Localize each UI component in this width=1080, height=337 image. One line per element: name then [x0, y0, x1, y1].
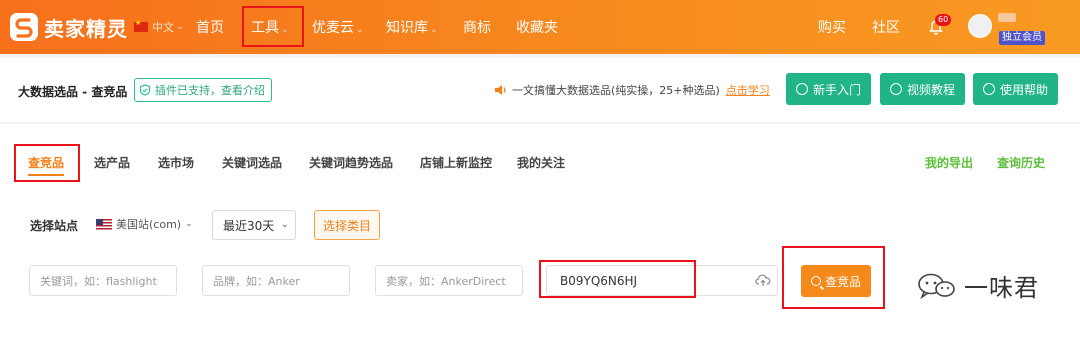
- nav-item-favorites[interactable]: 收藏夹: [516, 17, 558, 37]
- query-history-link[interactable]: 查询历史: [997, 154, 1045, 171]
- chevron-down-icon: ⌄: [185, 219, 193, 229]
- cloud-upload-icon[interactable]: [755, 273, 771, 287]
- nav-label: 商标: [463, 20, 491, 36]
- member-badge: 独立会员: [999, 31, 1045, 45]
- highlight-box-search-button: [782, 246, 885, 309]
- user-name-blur: [998, 13, 1016, 22]
- nav-label: 优麦云: [312, 20, 354, 36]
- time-range-value: 最近30天: [223, 218, 275, 233]
- nav-item-buy[interactable]: 购买: [818, 17, 846, 37]
- notification-badge: 60: [935, 14, 952, 26]
- plugin-tag-label: 插件已支持，查看介绍: [155, 84, 265, 97]
- avatar[interactable]: [968, 14, 992, 38]
- nav-label: 首页: [196, 20, 224, 36]
- top-navbar: 卖家精灵 中文 ⌄ 首页 工具⌄ 优麦云⌄ 知识库⌄ 商标 收藏夹 购买 社区 …: [0, 0, 1080, 54]
- brand-placeholder: 品牌，如：Anker: [213, 274, 300, 288]
- plugin-support-link[interactable]: 插件已支持，查看介绍: [134, 78, 272, 102]
- help-button[interactable]: 使用帮助: [973, 73, 1059, 105]
- time-range-select[interactable]: 最近30天 ⌄: [212, 210, 296, 240]
- seller-placeholder: 卖家，如：AnkerDirect: [386, 274, 506, 288]
- nav-label: 购买: [818, 20, 846, 36]
- promo-text: 一文搞懂大数据选品(纯实操，25+种选品): [512, 84, 720, 97]
- us-flag-icon: [96, 218, 112, 230]
- logo-icon: [10, 13, 38, 41]
- select-category-button[interactable]: 选择类目: [314, 210, 380, 240]
- tab-my-follows[interactable]: 我的关注: [517, 154, 565, 171]
- nav-item-knowledge[interactable]: 知识库 ⌄: [386, 17, 438, 37]
- chevron-down-icon: ⌄: [280, 219, 289, 230]
- chevron-down-icon: ⌄: [176, 22, 184, 32]
- china-flag-icon: [134, 19, 148, 32]
- nav-item-youmaiyun[interactable]: 优麦云 ⌄: [312, 17, 364, 37]
- brand-input[interactable]: 品牌，如：Anker: [202, 265, 350, 296]
- page-subheader: 大数据选品 - 查竞品 插件已支持，查看介绍 一文搞懂大数据选品(纯实操，25+…: [0, 58, 1080, 122]
- tab-store-monitor[interactable]: 店铺上新监控: [420, 154, 492, 171]
- keyword-placeholder: 关键词，如：flashlight: [40, 274, 157, 288]
- language-label: 中文: [152, 21, 174, 34]
- speaker-icon: [495, 85, 506, 95]
- chevron-down-icon: ⌄: [430, 25, 438, 35]
- chevron-down-icon: ⌄: [356, 25, 364, 35]
- highlight-box-tools: [242, 6, 304, 47]
- video-tutorial-button[interactable]: 视频教程: [880, 73, 966, 105]
- station-label: 选择站点: [30, 219, 79, 233]
- keyword-input[interactable]: 关键词，如：flashlight: [29, 265, 177, 296]
- wechat-icon: [918, 273, 955, 299]
- nav-item-community[interactable]: 社区: [872, 17, 900, 37]
- tab-product-search[interactable]: 选产品: [94, 154, 130, 171]
- nav-item-home[interactable]: 首页: [196, 17, 224, 37]
- nav-label: 知识库: [386, 20, 428, 36]
- highlight-box-asin: [539, 260, 696, 298]
- station-value: 美国站(com): [116, 218, 182, 231]
- help-icon: [983, 83, 995, 95]
- nav-label: 社区: [872, 20, 900, 36]
- brand-logo[interactable]: 卖家精灵: [10, 11, 128, 43]
- my-exports-link[interactable]: 我的导出: [925, 154, 973, 171]
- button-label: 使用帮助: [1000, 82, 1049, 97]
- button-label: 视频教程: [907, 82, 956, 97]
- button-label: 新手入门: [813, 82, 862, 97]
- seller-input[interactable]: 卖家，如：AnkerDirect: [375, 265, 523, 296]
- nav-item-trademark[interactable]: 商标: [463, 17, 491, 37]
- tab-keyword-product[interactable]: 关键词选品: [222, 154, 282, 171]
- language-switcher[interactable]: 中文 ⌄: [134, 19, 184, 35]
- send-icon: [796, 83, 808, 95]
- beginner-guide-button[interactable]: 新手入门: [786, 73, 872, 105]
- nav-label: 收藏夹: [516, 20, 558, 36]
- highlight-box-tab: [14, 144, 80, 182]
- tab-keyword-trend[interactable]: 关键词趋势选品: [309, 154, 393, 171]
- main-panel: 查竞品 选产品 选市场 关键词选品 关键词趋势选品 店铺上新监控 我的关注 我的…: [0, 124, 1080, 337]
- promo-banner: 一文搞懂大数据选品(纯实操，25+种选品) 点击学习: [494, 82, 770, 98]
- tab-market-search[interactable]: 选市场: [158, 154, 194, 171]
- watermark: 一味君: [916, 268, 1039, 303]
- promo-learn-link[interactable]: 点击学习: [726, 82, 770, 98]
- play-icon: [890, 83, 902, 95]
- station-select[interactable]: 美国站(com) ⌄: [96, 216, 193, 232]
- page-title: 大数据选品 - 查竞品: [18, 85, 128, 99]
- brand-name: 卖家精灵: [44, 16, 128, 41]
- tab-bar: 查竞品 选产品 选市场 关键词选品 关键词趋势选品 店铺上新监控 我的关注 我的…: [0, 124, 1080, 202]
- watermark-text: 一味君: [964, 274, 1039, 302]
- button-label: 选择类目: [322, 218, 371, 233]
- shield-check-icon: [139, 84, 151, 96]
